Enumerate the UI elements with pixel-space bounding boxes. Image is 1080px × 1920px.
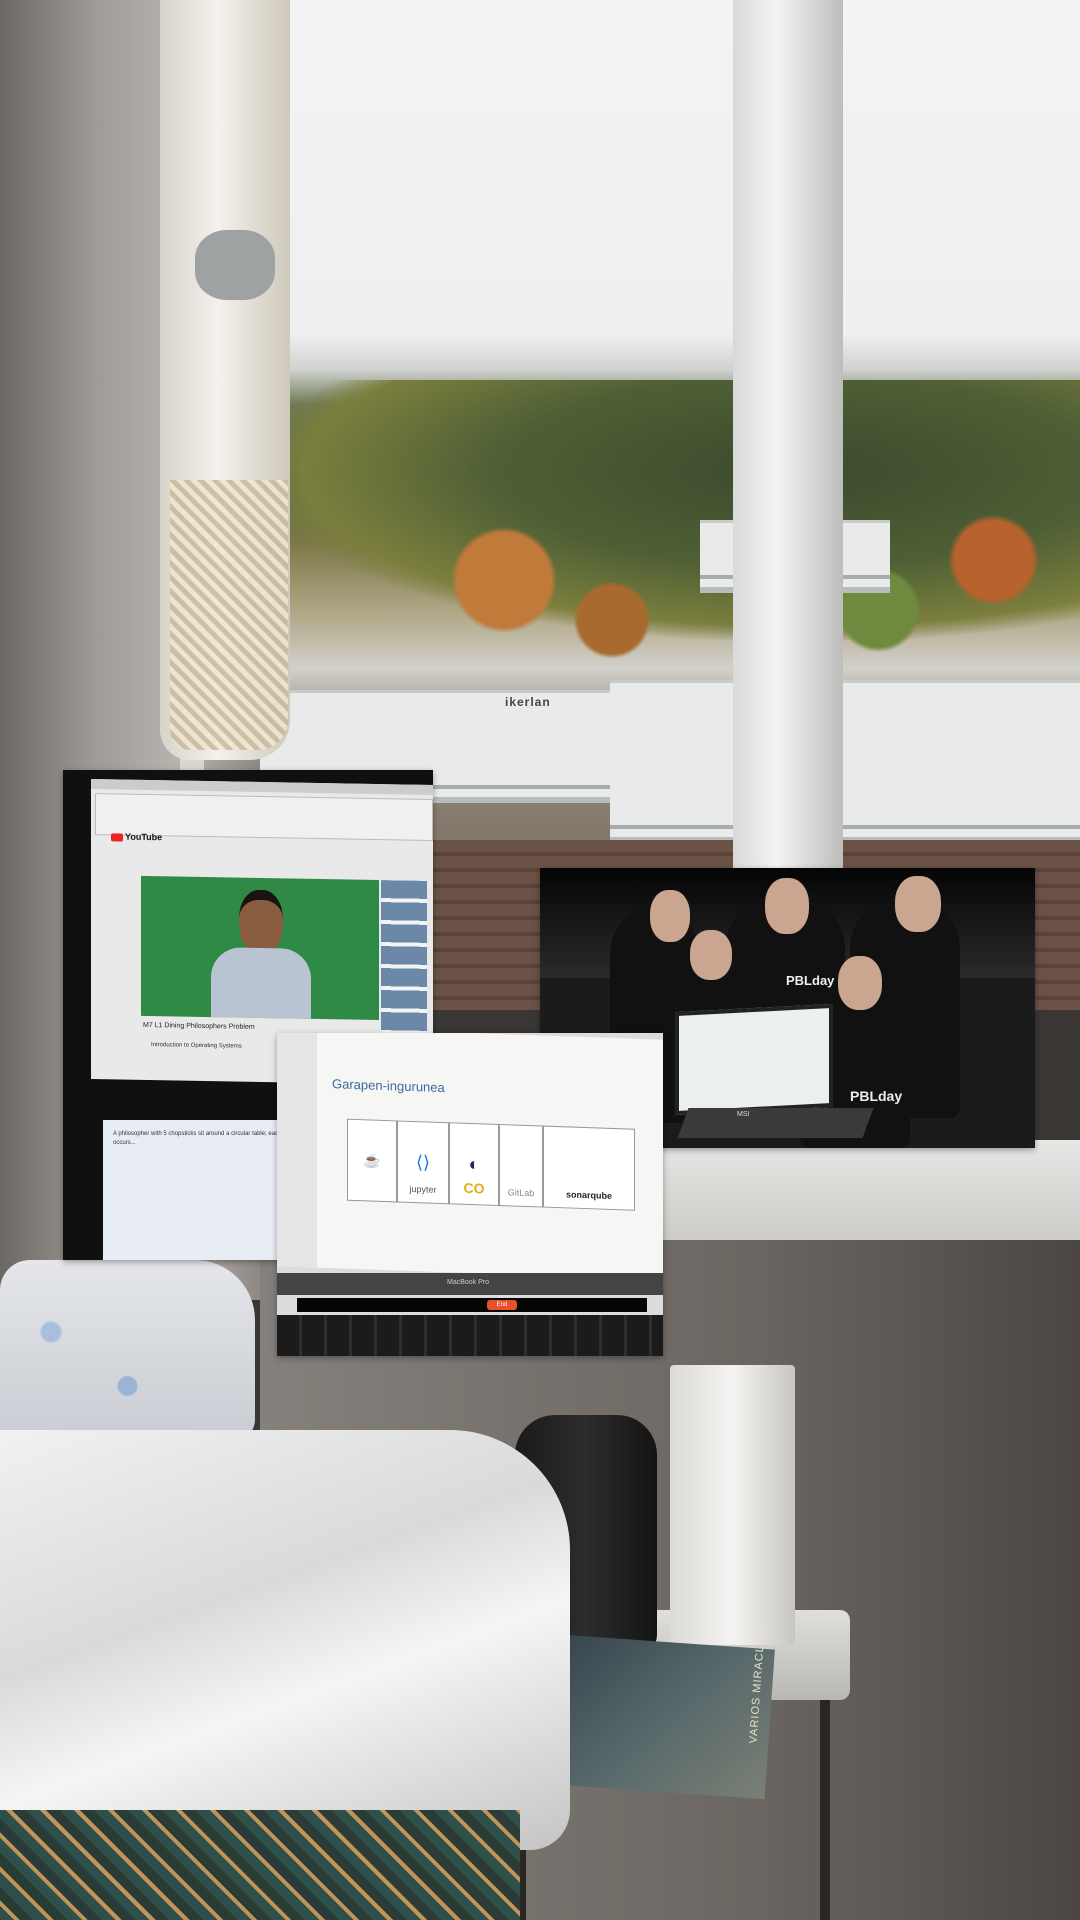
presentation-slide: Garapen-ingurunea ☕ ⟨⟩ jupyter ◐ CO GitL… — [277, 1033, 663, 1280]
window-sill — [660, 1140, 1080, 1250]
curtain-lace — [170, 480, 288, 750]
curtain-tie — [195, 230, 275, 300]
face — [838, 956, 882, 1010]
team-laptop: MSI — [675, 1003, 874, 1148]
slide-title: Garapen-ingurunea — [332, 1076, 445, 1096]
menu-bar — [91, 779, 433, 796]
face — [650, 890, 690, 942]
lecturer-head — [239, 889, 283, 955]
lecturer — [211, 889, 311, 1019]
youtube-logo-icon: YouTube — [111, 831, 162, 842]
pillow — [0, 1260, 255, 1440]
tool-logos: ☕ ⟨⟩ jupyter ◐ CO GitLab sonarqube — [347, 1118, 647, 1211]
eclipse-logo-icon: ◐ CO — [449, 1122, 499, 1207]
colab-label: CO — [463, 1179, 485, 1197]
lamp — [670, 1365, 795, 1645]
face — [690, 930, 732, 980]
video-title: M7 L1 Dining Philosophers Problem — [143, 1021, 255, 1031]
touchbar-end-button: End — [487, 1300, 517, 1310]
lecturer-body — [211, 947, 311, 1019]
channel-name: Introduction to Operating Systems — [151, 1042, 242, 1050]
keyboard — [277, 1315, 663, 1356]
building-right — [610, 680, 1080, 843]
laptop-keyboard — [677, 1108, 874, 1138]
face — [765, 878, 809, 934]
shirt-text: PBLday — [786, 973, 835, 988]
touch-bar — [297, 1298, 647, 1312]
laptop-brand: MSI — [737, 1111, 750, 1118]
jupyter-label: jupyter — [409, 1183, 437, 1195]
sonarqube-label: sonarqube — [565, 1189, 612, 1201]
laptop-label: MacBook Pro — [447, 1279, 490, 1286]
building-sign: ikerlan — [505, 695, 551, 709]
blanket — [0, 1810, 520, 1920]
face — [895, 876, 941, 932]
sonarqube-logo-icon: sonarqube — [543, 1125, 635, 1211]
slide-thumbnails — [277, 1033, 317, 1268]
slides-photo: Garapen-ingurunea ☕ ⟨⟩ jupyter ◐ CO GitL… — [277, 1033, 663, 1356]
laptop-screen — [675, 1003, 833, 1116]
gitlab-logo-icon: GitLab — [499, 1124, 543, 1208]
bed-sheet — [0, 1430, 570, 1850]
vscode-logo-icon: ⟨⟩ jupyter — [397, 1120, 449, 1205]
window-frame-center — [733, 0, 843, 870]
gitlab-label: GitLab — [507, 1187, 535, 1199]
related-videos — [381, 880, 427, 1041]
java-logo-icon: ☕ — [347, 1118, 397, 1203]
